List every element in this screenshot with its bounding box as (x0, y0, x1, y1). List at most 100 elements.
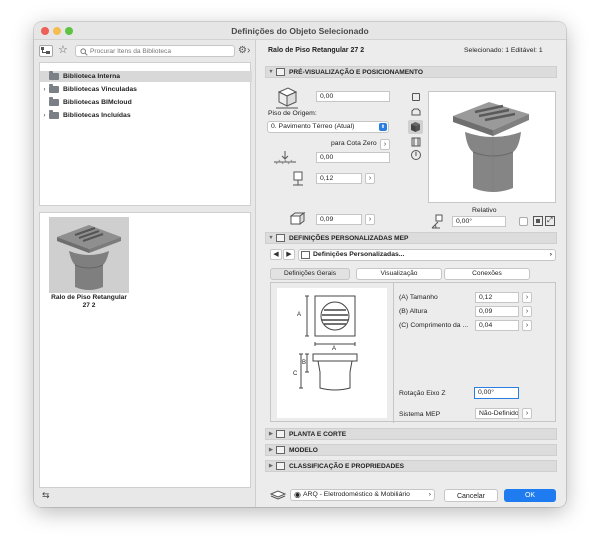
elevation-view-icon[interactable] (411, 137, 421, 147)
library-manager-icon[interactable]: ⇆ (42, 490, 56, 500)
height-input[interactable]: 0,12 (316, 173, 362, 184)
zero-level-icon (274, 151, 296, 165)
param-label-size: (A) Tamanho (399, 294, 438, 301)
dimension-diagram: A A B C (277, 288, 387, 418)
floor-drain-icon (57, 225, 121, 290)
eye-icon: ◉ (294, 490, 301, 499)
section-view-icon[interactable] (410, 107, 422, 117)
cota-label: para Cota Zero (331, 140, 377, 147)
folder-icon (49, 110, 59, 119)
modelo-section-header[interactable]: ▶ MODELO (265, 444, 557, 456)
ok-button[interactable]: OK (504, 489, 556, 502)
expanded-triangle-icon: ▼ (268, 69, 274, 75)
length-input[interactable]: 0,04 (475, 320, 519, 331)
rotation-input[interactable]: 0,00° (474, 387, 519, 399)
info-icon[interactable]: i (411, 150, 421, 160)
size-chevron-button[interactable]: › (522, 292, 532, 303)
plan-view-icon[interactable] (412, 93, 420, 101)
plan-section-icon (276, 430, 285, 438)
sistema-chevron-button[interactable]: › (522, 408, 532, 419)
relativo-label: Relativo (472, 207, 497, 214)
settings-dialog: Definições do Objeto Selecionado ☆ ⚙› Bi… (34, 22, 566, 507)
library-view-toggle-button[interactable] (39, 45, 53, 57)
dimension-label-a-vertical: A (297, 312, 302, 318)
angle-input[interactable]: 0,00° (452, 216, 506, 227)
chevron-right-icon[interactable]: › (40, 87, 49, 93)
floor-drain-thumbnail (49, 217, 129, 293)
chevron-right-icon[interactable]: › (40, 113, 49, 119)
folder-icon (49, 97, 59, 106)
folder-icon (49, 84, 59, 93)
classificacao-section-header[interactable]: ▶ CLASSIFICAÇÃO E PROPRIEDADES (265, 460, 557, 472)
floor-drain-3d-preview (453, 102, 529, 192)
chevron-right-icon: › (549, 251, 552, 258)
object-name: Ralo de Piso Retangular 27 2 (268, 47, 365, 54)
rotation-angle-icon (431, 214, 443, 229)
tab-conexoes[interactable]: Conexões (444, 268, 530, 280)
tab-definicoes-gerais[interactable]: Definições Gerais (270, 268, 350, 280)
dimension-label-c: C (293, 371, 298, 377)
preview-section-header[interactable]: ▼ PRÉ-VISUALIZAÇÃO E POSICIONAMENTO (265, 66, 557, 78)
select-arrow-icon: ⬍ (379, 123, 387, 131)
dimension-label-b: B (302, 360, 307, 366)
tab-visualizacao[interactable]: Visualização (356, 268, 442, 280)
cota-input[interactable]: 0,00 (316, 152, 390, 163)
tree-item-label: Bibliotecas Incluídas (63, 112, 131, 119)
sistema-label: Sistema MEP (399, 411, 441, 418)
library-tree-icon (41, 47, 50, 54)
height-param-chevron-button[interactable]: › (522, 306, 532, 317)
favorites-star-icon[interactable]: ☆ (58, 44, 70, 56)
search-icon (80, 48, 88, 56)
depth-input[interactable]: 0,09 (316, 214, 362, 225)
depth-chevron-button[interactable]: › (365, 214, 375, 225)
planta-corte-section-header[interactable]: ▶ PLANTA E CORTE (265, 428, 557, 440)
collapsed-triangle-icon: ▶ (268, 463, 274, 469)
library-search-field[interactable] (75, 45, 235, 57)
drain-dimension-icon (299, 295, 358, 391)
object-3d-preview[interactable] (428, 91, 556, 203)
library-search-input[interactable] (90, 47, 230, 56)
library-item-grid: Ralo de Piso Retangular 27 2 (39, 212, 251, 488)
library-tree: Biblioteca Interna › Bibliotecas Vincula… (39, 62, 252, 206)
layer-dropdown[interactable]: ◉ ARQ - Eletrodoméstico & Mobiliário › (290, 489, 435, 501)
cota-chevron-button[interactable]: › (380, 139, 390, 150)
mirror-checkbox[interactable] (519, 217, 528, 226)
tree-item-bimcloud-libraries[interactable]: Bibliotecas BIMcloud (40, 97, 252, 108)
next-button[interactable]: ▶ (283, 249, 295, 260)
3d-view-button[interactable] (408, 120, 423, 134)
collapsed-triangle-icon: ▶ (268, 431, 274, 437)
cancel-button[interactable]: Cancelar (444, 489, 498, 502)
library-item-floor-drain[interactable]: Ralo de Piso Retangular 27 2 (49, 217, 129, 309)
param-label-height: (B) Altura (399, 308, 428, 315)
elevation-input[interactable]: 0,00 (316, 91, 390, 102)
library-settings-gear-icon[interactable]: ⚙› (238, 45, 252, 57)
mep-section-header[interactable]: ▼ DEFINIÇÕES PERSONALIZADAS MEP (265, 232, 557, 244)
mirror-icon[interactable] (533, 216, 543, 226)
tree-item-label: Bibliotecas BIMcloud (63, 99, 132, 106)
window-title: Definições do Objeto Selecionado (231, 26, 369, 36)
piso-select[interactable]: 0. Pavimento Térreo (Atual) ⬍ (267, 121, 389, 133)
tree-item-linked-libraries[interactable]: › Bibliotecas Vinculadas (40, 84, 252, 95)
sistema-input[interactable]: Não-Definido (475, 408, 519, 419)
panel-divider (393, 283, 394, 423)
previous-button[interactable]: ◀ (270, 249, 282, 260)
size-input[interactable]: 0,12 (475, 292, 519, 303)
height-chevron-button[interactable]: › (365, 173, 375, 184)
title-bar: Definições do Objeto Selecionado (34, 22, 566, 40)
height-param-input[interactable]: 0,09 (475, 306, 519, 317)
elevation-box-icon (276, 87, 298, 109)
tree-item-included-libraries[interactable]: › Bibliotecas Incluídas (40, 110, 252, 121)
length-chevron-button[interactable]: › (522, 320, 532, 331)
selection-info: Selecionado: 1 Editável: 1 (464, 47, 543, 54)
mirror-flip-icon[interactable]: ⤢ (545, 216, 555, 226)
layer-icon (270, 490, 286, 500)
chevron-right-icon: › (428, 491, 431, 498)
tree-item-internal-library[interactable]: Biblioteca Interna (40, 71, 252, 82)
param-label-length: (C) Comprimento da ... (399, 322, 469, 329)
mep-settings-dropdown[interactable]: Definições Personalizadas... › (298, 249, 556, 261)
collapsed-triangle-icon: ▶ (268, 447, 274, 453)
general-settings-panel: A A B C (A) Tamanho 0,12 › (B) Altura 0,… (270, 282, 556, 423)
preview-section-icon (276, 68, 285, 76)
mep-settings-icon (301, 251, 310, 259)
library-item-label: Ralo de Piso Retangular 27 2 (51, 294, 127, 309)
